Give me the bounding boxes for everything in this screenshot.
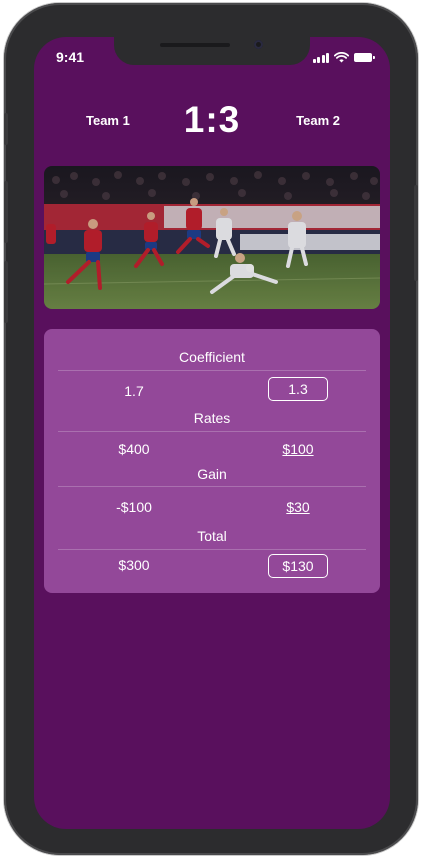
divider [58,431,366,432]
phone-frame: 9:41 Team 1 1:3 Team 2 Coefficient 1.7 1… [4,3,418,855]
total-label: Total [197,528,227,544]
coefficient-left-value: 1.7 [124,383,144,399]
bet-summary-card: Coefficient 1.7 1.3 Rates $400 $100 Gain… [44,329,380,593]
wifi-icon [334,52,349,63]
rates-right-link[interactable]: $100 [262,441,334,457]
away-team-name: Team 2 [296,113,340,128]
match-photo [44,166,380,309]
coefficient-label: Coefficient [179,349,245,365]
speaker-grille [160,43,230,47]
rates-label: Rates [193,410,231,426]
status-icons [312,52,375,63]
gain-label: Gain [197,466,227,482]
status-time: 9:41 [56,49,85,65]
gain-left-value: -$100 [116,499,152,515]
notch [114,37,310,65]
front-camera [254,40,263,49]
divider [58,486,366,487]
volume-down-button [4,261,8,323]
divider [58,549,366,550]
volume-up-button [4,181,8,243]
mute-switch [4,113,8,145]
signal-icon [312,52,329,63]
battery-icon [354,53,375,62]
rates-left-value: $400 [118,441,150,457]
divider [58,370,366,371]
power-button [414,185,418,281]
score-header: Team 1 1:3 Team 2 [34,99,390,143]
coefficient-right-button[interactable]: 1.3 [268,377,328,401]
total-right-button[interactable]: $130 [268,554,328,578]
app-screen: 9:41 Team 1 1:3 Team 2 Coefficient 1.7 1… [34,37,390,829]
total-left-value: $300 [118,557,150,573]
gain-right-link[interactable]: $30 [262,499,334,515]
football-match-image [44,166,380,309]
